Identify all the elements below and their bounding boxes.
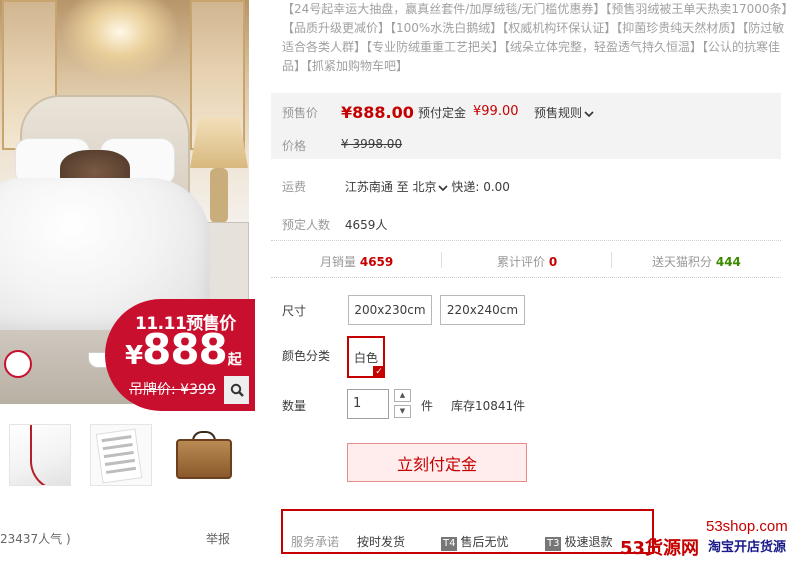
reserved-row: 预定人数 4659人 [282,216,387,233]
quantity-decrease-button[interactable]: ▼ [394,405,411,418]
service-fast-refund-label: 极速退款 [564,535,613,549]
shipping-to-word: 至 [396,180,409,194]
caret-up-icon: ▲ [399,391,406,399]
watermark-site: 53shop.com [706,518,788,535]
thumbnail-1[interactable] [9,424,71,486]
service-fast-refund[interactable]: T3 极速退款 [545,533,613,551]
promo-price: ¥888起 [125,329,242,371]
promo-currency: ¥ [125,341,143,371]
size-option-220x240[interactable]: 220x240cm [440,295,525,325]
color-option-white[interactable]: 白色 ✓ [347,336,385,378]
promotion-description: 【24号起幸运大抽盘，赢真丝套件/加厚绒毯/无门槛优惠券】【预售羽绒被王单天热卖… [282,2,788,73]
popularity-count: 23437人气 ) [0,532,71,546]
caret-down-icon: ▼ [399,407,406,415]
report-link[interactable]: 举报 [206,530,230,547]
watermark-logo: 53货源网 [620,538,700,559]
tmall-points-value: 444 [715,255,741,269]
service-aftersale[interactable]: T4 售后无忧 [441,533,509,551]
duvet-edge-graphic [30,425,70,485]
destination-city: 北京 [412,180,437,194]
thumbnail-2[interactable] [90,424,152,486]
tmall-points: 送天猫积分 444 [652,253,741,270]
monthly-sales: 月销量 4659 [320,253,393,270]
price-label: 价格 [282,139,307,153]
total-reviews-value: 0 [548,255,558,269]
reserved-count: 4659人 [344,218,388,232]
chandelier-graphic [60,0,180,80]
sales-stats-bar: 月销量 4659 累计评价 0 送天猫积分 444 [271,240,781,278]
total-reviews-label: 累计评价 [497,255,546,269]
thumbnail-3[interactable] [171,424,233,486]
tmall-points-label: 送天猫积分 [652,255,713,269]
service-aftersale-label: 售后无忧 [460,535,509,549]
promo-price-suffix: 起 [227,352,242,368]
monthly-sales-label: 月销量 [320,255,357,269]
original-price: ¥ 3998.00 [341,137,403,151]
presale-label: 预售价 [282,106,319,120]
size-label: 尺寸 [282,304,307,318]
promo-price-value: 888 [142,325,228,374]
zoom-button[interactable] [224,376,249,404]
stats-divider [611,252,612,268]
selected-check-icon: ✓ [373,366,385,378]
t4-badge-icon: T4 [441,537,458,551]
shipping-express: 快递: 0.00 [451,180,510,194]
quantity-unit: 件 [421,399,434,413]
storage-bag-graphic [176,439,232,479]
quantity-increase-button[interactable]: ▲ [394,389,411,402]
service-promise-box: 服务承诺 按时发货 T4 售后无忧 T3 极速退款 [281,509,654,554]
stats-divider [441,252,442,268]
service-ontime-delivery[interactable]: 按时发货 [357,533,405,550]
total-reviews[interactable]: 累计评价 0 [497,253,557,270]
presale-price: ¥888.00 [341,103,414,122]
magnifier-icon [230,383,244,397]
deposit-value: ¥99.00 [473,104,519,119]
shipping-label: 运费 [282,180,307,194]
chevron-down-icon [437,184,448,191]
service-label: 服务承诺 [291,535,340,549]
lamp-graphic [190,118,248,168]
pay-deposit-button[interactable]: 立刻付定金 [347,443,527,482]
quantity-input[interactable]: 1 [347,389,389,419]
lamp-base-graphic [210,168,228,223]
shipping-row: 运费 江苏南通 至 北京 快递: 0.00 [282,178,510,195]
t3-badge-icon: T3 [545,537,562,551]
chevron-down-icon [584,110,594,117]
size-option-200x230[interactable]: 200x230cm [348,295,432,325]
reserved-label: 预定人数 [282,218,331,232]
stock-count: 库存10841件 [451,399,526,413]
brand-badge-icon [4,350,32,378]
product-page: 11.11预售价 ¥888起 吊牌价: ¥399 23437人气 ) 举报 【2… [0,0,805,562]
care-label-graphic [95,428,143,484]
quantity-label: 数量 [282,399,307,413]
color-option-label: 白色 [353,350,378,365]
watermark-slogan: 淘宝开店货源 [708,540,787,555]
promo-original-price: 吊牌价: ¥399 [129,382,216,398]
color-label: 颜色分类 [282,349,331,363]
deposit-label: 预付定金 [418,106,467,120]
monthly-sales-value: 4659 [359,255,394,269]
destination-selector[interactable]: 北京 [413,180,448,194]
presale-rules-dropdown[interactable]: 预售规则 [534,104,594,121]
presale-rules-label: 预售规则 [534,106,583,120]
price-panel: 预售价 ¥888.00 预付定金 ¥99.00 预售规则 价格 ¥ 3998.0… [271,93,781,159]
shipping-from: 江苏南通 [344,180,393,194]
